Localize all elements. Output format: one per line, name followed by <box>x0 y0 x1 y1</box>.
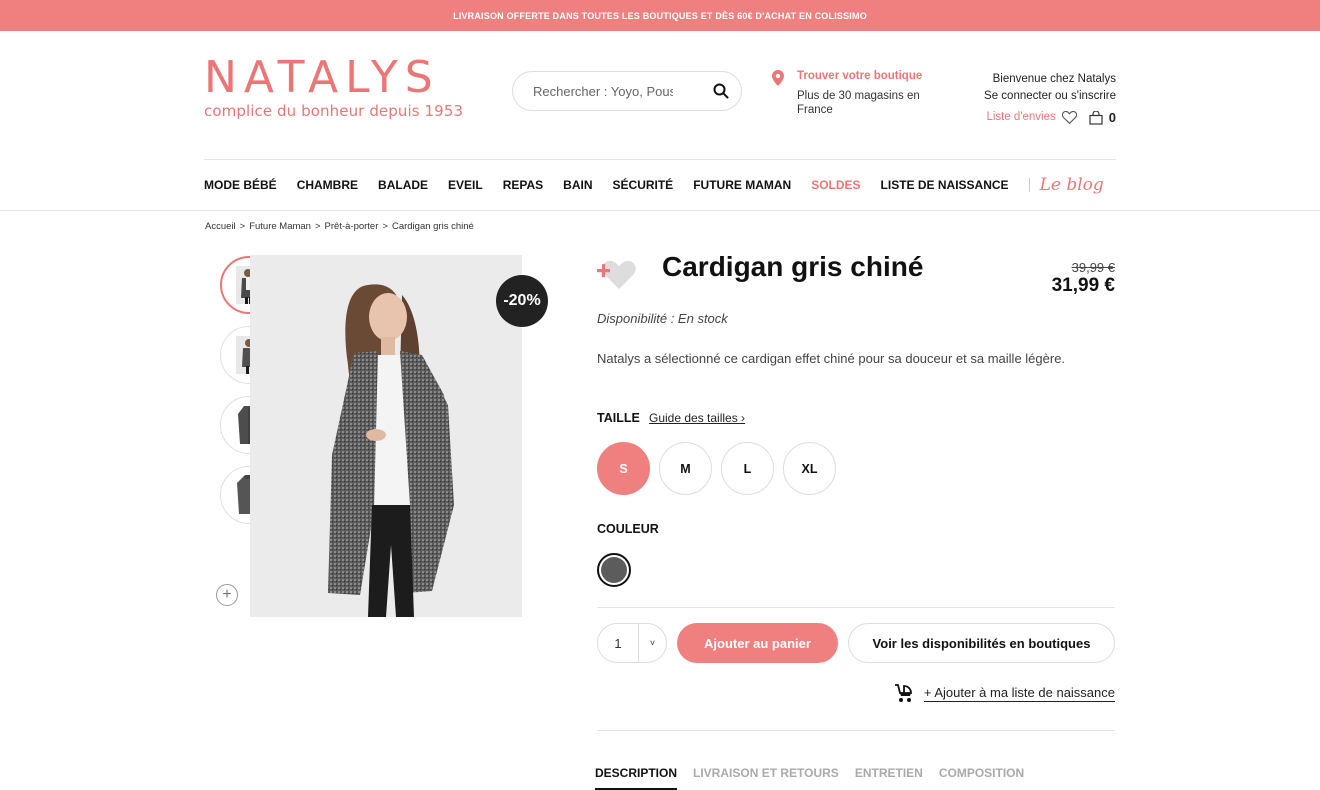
add-to-cart-button[interactable]: Ajouter au panier <box>677 623 838 663</box>
size-selector: S M L XL <box>597 442 836 495</box>
availability-status: Disponibilité : En stock <box>597 311 728 326</box>
nav-item-balade[interactable]: BALADE <box>378 178 428 192</box>
breadcrumb-home[interactable]: Accueil <box>205 221 236 232</box>
chevron-down-icon[interactable]: ˅ <box>639 638 666 648</box>
price-current: 31,99 € <box>1051 275 1115 296</box>
size-option-l[interactable]: L <box>721 442 774 495</box>
main-nav: MODE BÉBÉ CHAMBRE BALADE EVEIL REPAS BAI… <box>204 159 1116 210</box>
size-guide-link[interactable]: Guide des tailles › <box>649 411 745 425</box>
tab-delivery-returns[interactable]: LIVRAISON ET RETOURS <box>693 766 839 790</box>
heart-icon[interactable] <box>1061 111 1077 124</box>
nav-item-eveil[interactable]: EVEIL <box>448 178 483 192</box>
nav-item-repas[interactable]: REPAS <box>503 178 543 192</box>
logo-wordmark: NATALYS <box>204 52 440 103</box>
stroller-icon <box>894 684 912 702</box>
account-area: Bienvenue chez Natalys Se connecter ou s… <box>960 71 1116 126</box>
header-divider <box>0 210 1320 211</box>
search-icon[interactable] <box>713 83 729 99</box>
add-to-birth-list-link[interactable]: + Ajouter à ma liste de naissance <box>923 685 1115 702</box>
location-pin-icon <box>772 70 784 86</box>
breadcrumb: Accueil > Future Maman > Prêt-à-porter >… <box>205 221 474 232</box>
product-description: Natalys a sélectionné ce cardigan effet … <box>597 351 1066 366</box>
cart-icon[interactable] <box>1089 110 1103 125</box>
store-availability-button[interactable]: Voir les disponibilités en boutiques <box>848 623 1115 663</box>
search-input[interactable] <box>533 83 673 99</box>
nav-item-blog[interactable]: Le blog <box>1040 175 1104 195</box>
nav-item-bain[interactable]: BAIN <box>563 178 592 192</box>
breadcrumb-future-maman[interactable]: Future Maman <box>249 221 311 232</box>
cart-count: 0 <box>1108 110 1116 125</box>
section-divider <box>597 730 1115 731</box>
login-link[interactable]: Se connecter ou s'inscrire <box>960 88 1116 105</box>
breadcrumb-separator: > <box>239 221 246 232</box>
birth-list-action[interactable]: + Ajouter à ma liste de naissance <box>892 683 1115 703</box>
logo[interactable]: NATALYS complice du bonheur depuis 1953 <box>204 52 474 121</box>
size-option-s[interactable]: S <box>597 442 650 495</box>
wishlist-link[interactable]: Liste d'envies <box>986 109 1055 126</box>
breadcrumb-separator: > <box>314 221 321 232</box>
product-title: Cardigan gris chiné <box>662 251 924 282</box>
price-original: 39,99 € <box>1071 260 1115 275</box>
nav-item-future-maman[interactable]: FUTURE MAMAN <box>693 178 791 192</box>
product-photo <box>250 255 522 617</box>
product-image[interactable] <box>250 255 522 617</box>
nav-item-soldes[interactable]: SOLDES <box>811 178 860 192</box>
color-swatch-grey[interactable] <box>597 553 631 587</box>
breadcrumb-separator: > <box>382 221 388 232</box>
breadcrumb-pret-a-porter[interactable]: Prêt-à-porter <box>325 221 379 232</box>
tab-composition[interactable]: COMPOSITION <box>939 766 1024 790</box>
section-divider <box>597 607 1115 608</box>
account-actions: Liste d'envies 0 <box>960 109 1116 126</box>
breadcrumb-current: Cardigan gris chiné <box>391 221 474 232</box>
discount-badge: -20% <box>496 275 548 327</box>
color-label: COULEUR <box>597 522 659 536</box>
store-locator-subtitle: Plus de 30 magasins en France <box>797 90 920 116</box>
size-label: TAILLE <box>597 411 640 425</box>
logo-tagline: complice du bonheur depuis 1953 <box>204 102 464 120</box>
nav-item-securite[interactable]: SÉCURITÉ <box>613 178 674 192</box>
promo-text: LIVRAISON OFFERTE DANS TOUTES LES BOUTIQ… <box>453 10 867 21</box>
nav-item-chambre[interactable]: CHAMBRE <box>297 178 358 192</box>
nav-item-liste-de-naissance[interactable]: LISTE DE NAISSANCE <box>881 178 1009 192</box>
quantity-selector[interactable]: 1 ˅ <box>597 623 667 663</box>
quantity-value: 1 <box>614 635 622 651</box>
product-info-tabs: DESCRIPTION LIVRAISON ET RETOURS ENTRETI… <box>595 766 1024 790</box>
promo-bar: LIVRAISON OFFERTE DANS TOUTES LES BOUTIQ… <box>0 0 1320 31</box>
search-box <box>512 71 742 111</box>
nav-divider <box>1028 178 1030 192</box>
nav-item-mode-bebe[interactable]: MODE BÉBÉ <box>204 178 277 192</box>
size-option-xl[interactable]: XL <box>783 442 836 495</box>
color-swatch-fill <box>601 557 627 583</box>
welcome-text: Bienvenue chez Natalys <box>992 73 1116 85</box>
size-option-m[interactable]: M <box>659 442 712 495</box>
tab-care[interactable]: ENTRETIEN <box>855 766 923 790</box>
store-locator-title[interactable]: Trouver votre boutique <box>797 70 922 82</box>
zoom-plus-icon[interactable]: + <box>216 584 238 606</box>
add-to-wishlist-heart-icon[interactable] <box>597 258 637 292</box>
tab-description[interactable]: DESCRIPTION <box>595 766 678 790</box>
